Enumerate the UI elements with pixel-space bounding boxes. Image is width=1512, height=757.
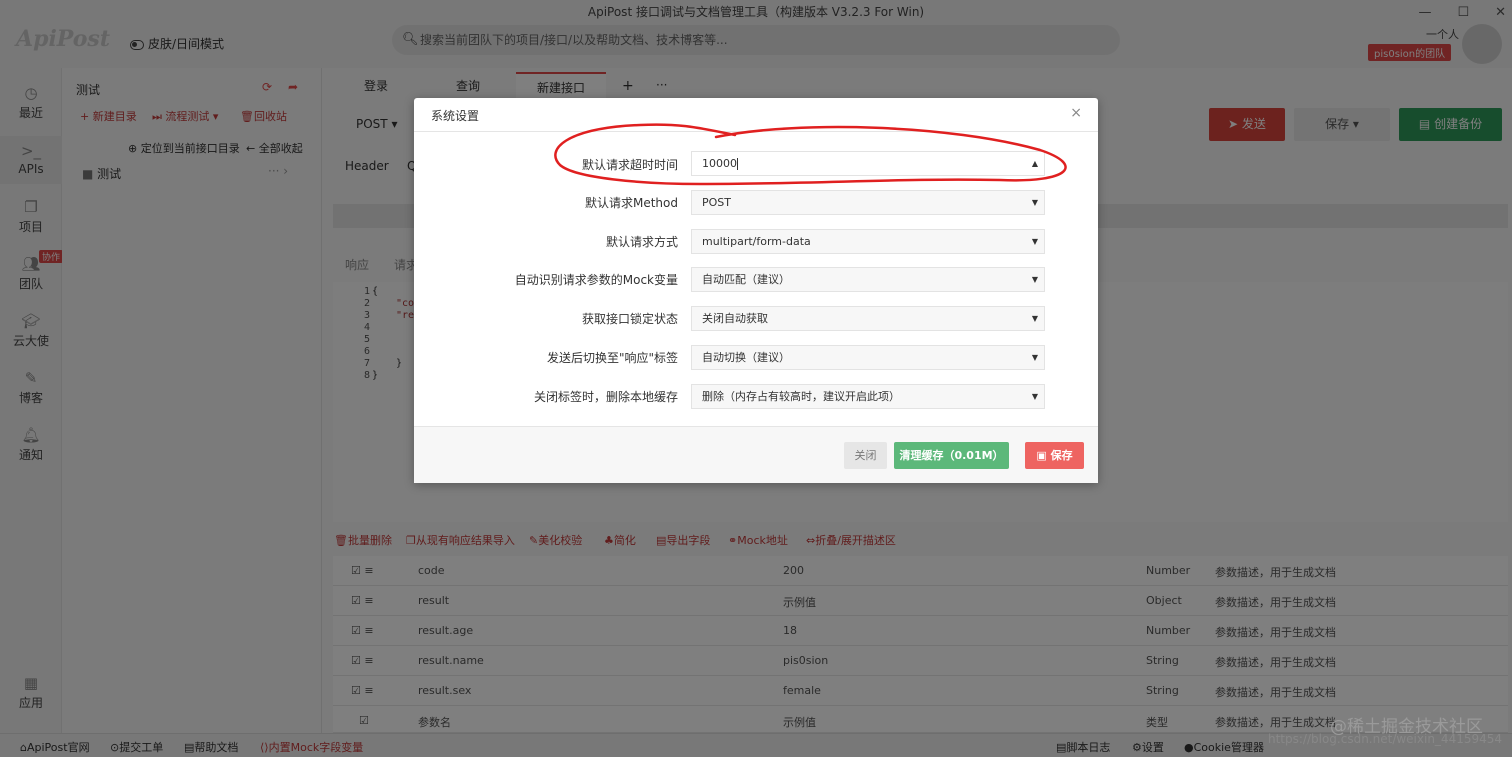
close-button[interactable]: 关闭 (844, 442, 887, 469)
timeout-value: 10000 (702, 157, 737, 170)
text-caret (737, 158, 738, 170)
select-value: POST (702, 196, 731, 209)
select-value: 自动匹配（建议） (702, 273, 790, 286)
timeout-input[interactable]: 10000 ▲ (691, 151, 1045, 176)
switch-response-select[interactable]: 自动切换（建议） ▼ (691, 345, 1045, 370)
modal-footer: 关闭 清理缓存（0.01M） ▣ 保存 (414, 426, 1098, 483)
method-label: 默认请求Method (584, 196, 678, 210)
select-value: multipart/form-data (702, 235, 811, 248)
body-type-label: 默认请求方式 (605, 235, 678, 249)
mock-detect-label: 自动识别请求参数的Mock变量 (514, 273, 678, 287)
modal-title: 系统设置 (431, 109, 480, 123)
mock-detect-select[interactable]: 自动匹配（建议） ▼ (691, 267, 1045, 292)
default-method-select[interactable]: POST ▼ (691, 190, 1045, 215)
chevron-down-icon: ▼ (1031, 237, 1038, 246)
chevron-down-icon: ▼ (1031, 392, 1038, 401)
save-icon: ▣ (1036, 449, 1047, 462)
default-body-type-select[interactable]: multipart/form-data ▼ (691, 229, 1045, 254)
close-icon[interactable]: × (1070, 105, 1082, 121)
modal-save-button[interactable]: ▣ 保存 (1025, 442, 1084, 469)
modal-header: 系统设置 × (414, 98, 1098, 132)
select-value: 关闭自动获取 (702, 312, 768, 325)
timeout-label: 默认请求超时时间 (581, 158, 678, 172)
modal-save-label: 保存 (1050, 449, 1073, 462)
select-value: 自动切换（建议） (702, 351, 790, 364)
clear-cache-label: 关闭标签时，删除本地缓存 (533, 390, 678, 404)
chevron-down-icon: ▼ (1031, 353, 1038, 362)
clear-cache-select[interactable]: 删除（内存占有较高时，建议开启此项） ▼ (691, 384, 1045, 409)
spinner-icon[interactable]: ▲ (1032, 152, 1038, 175)
lock-state-select[interactable]: 关闭自动获取 ▼ (691, 306, 1045, 331)
settings-modal: 系统设置 × 默认请求超时时间 10000 ▲ 默认请求Method POST ▼ … (414, 98, 1098, 483)
clear-cache-button[interactable]: 清理缓存（0.01M） (894, 442, 1009, 469)
switch-response-label: 发送后切换至"响应"标签 (546, 351, 678, 365)
chevron-down-icon: ▼ (1031, 275, 1038, 284)
chevron-down-icon: ▼ (1031, 314, 1038, 323)
select-value: 删除（内存占有较高时，建议开启此项） (702, 390, 900, 403)
chevron-down-icon: ▼ (1031, 198, 1038, 207)
lock-state-label: 获取接口锁定状态 (581, 312, 678, 326)
watermark-csdn: https://blog.csdn.net/weixin_44159454 (1268, 732, 1503, 746)
